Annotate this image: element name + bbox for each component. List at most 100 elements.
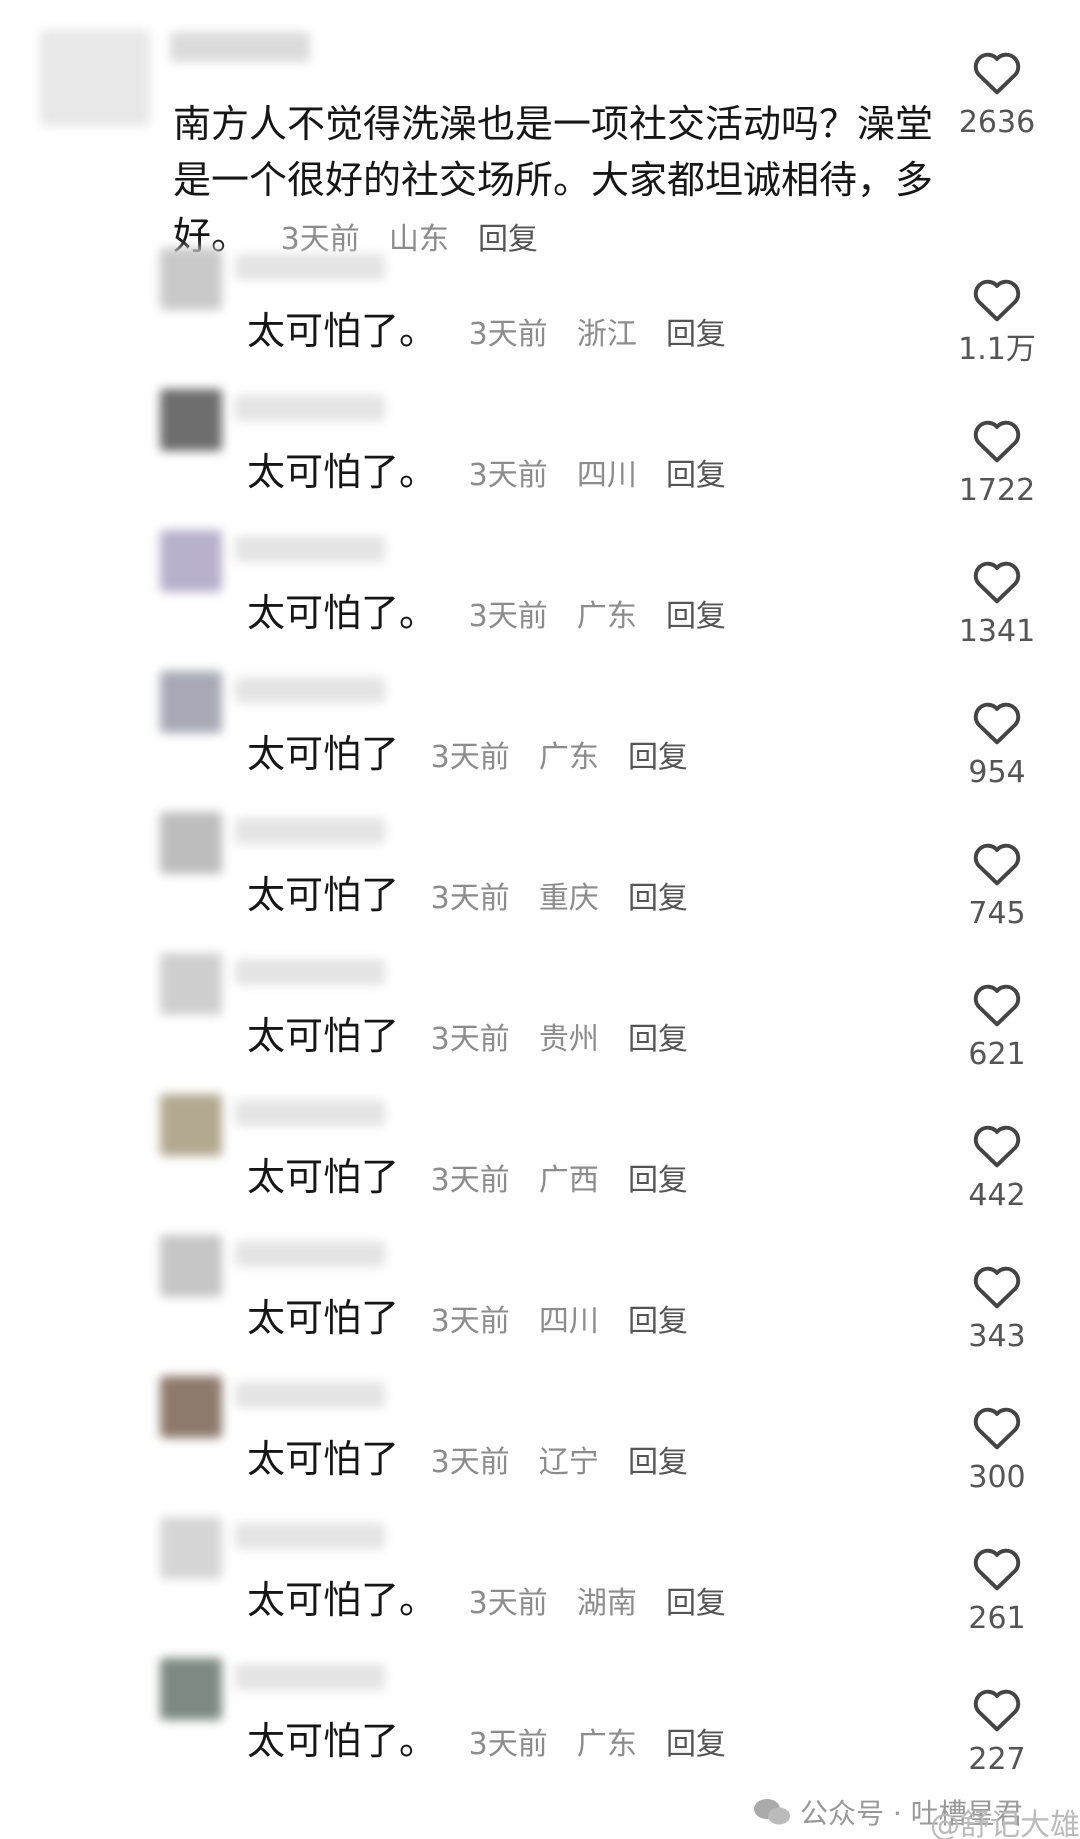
reply-time: 3天前 <box>430 1163 510 1198</box>
avatar[interactable] <box>160 1376 222 1438</box>
like-button[interactable]: 1722 <box>942 416 1052 508</box>
like-count: 954 <box>968 755 1026 790</box>
reply-time: 3天前 <box>468 599 548 634</box>
avatar[interactable] <box>160 812 222 874</box>
username[interactable] <box>235 395 385 421</box>
reply-comment: 太可怕了 3天前 重庆 回复 745 <box>0 804 1080 945</box>
reply-time: 3天前 <box>430 881 510 916</box>
reply-location: 辽宁 <box>538 1445 599 1480</box>
reply-text: 太可怕了。 <box>247 450 438 494</box>
like-button[interactable]: 300 <box>942 1403 1052 1495</box>
reply-text: 太可怕了 <box>247 732 400 776</box>
reply-location: 广西 <box>538 1163 599 1198</box>
username[interactable] <box>235 818 385 844</box>
avatar[interactable] <box>160 953 222 1015</box>
like-button[interactable]: 227 <box>942 1685 1052 1777</box>
reply-button[interactable]: 回复 <box>666 1727 726 1762</box>
heart-outline-icon <box>973 52 1021 95</box>
reply-text: 太可怕了。 <box>247 309 438 353</box>
reply-location: 四川 <box>538 1304 599 1339</box>
heart-outline-icon <box>973 279 1021 322</box>
username[interactable] <box>235 1664 385 1690</box>
heart-outline-icon <box>973 1548 1021 1591</box>
wechat-icon <box>754 1799 790 1825</box>
avatar[interactable] <box>160 248 222 310</box>
avatar[interactable] <box>160 671 222 733</box>
reply-text-line: 太可怕了。 3天前 四川 回复 <box>247 448 726 500</box>
reply-comment: 太可怕了。 3天前 广东 回复 1341 <box>0 522 1080 663</box>
username[interactable] <box>235 677 385 703</box>
like-button[interactable]: 442 <box>942 1121 1052 1213</box>
avatar[interactable] <box>160 1658 222 1720</box>
reply-button[interactable]: 回复 <box>666 599 726 634</box>
reply-time: 3天前 <box>430 740 510 775</box>
reply-text: 太可怕了 <box>247 873 400 917</box>
reply-text-line: 太可怕了 3天前 贵州 回复 <box>247 1012 688 1064</box>
reply-text: 太可怕了 <box>247 1155 400 1199</box>
reply-location: 重庆 <box>538 881 599 916</box>
avatar[interactable] <box>40 30 150 126</box>
reply-text: 太可怕了。 <box>247 1719 438 1763</box>
like-count: 300 <box>968 1460 1026 1495</box>
username[interactable] <box>235 1382 385 1408</box>
username[interactable] <box>235 1100 385 1126</box>
reply-button[interactable]: 回复 <box>628 1022 688 1057</box>
reply-comment: 太可怕了 3天前 广东 回复 954 <box>0 663 1080 804</box>
reply-text: 太可怕了 <box>247 1296 400 1340</box>
like-count: 2636 <box>958 105 1036 140</box>
like-button[interactable]: 1.1万 <box>942 275 1052 367</box>
heart-outline-icon <box>973 1689 1021 1732</box>
like-button[interactable]: 621 <box>942 980 1052 1072</box>
like-count: 1341 <box>958 614 1036 649</box>
heart-outline-icon <box>973 984 1021 1027</box>
reply-time: 3天前 <box>430 1445 510 1480</box>
username[interactable] <box>235 1523 385 1549</box>
avatar[interactable] <box>160 1517 222 1579</box>
like-count: 442 <box>968 1178 1026 1213</box>
username[interactable] <box>235 959 385 985</box>
reply-button[interactable]: 回复 <box>628 740 688 775</box>
heart-outline-icon <box>973 702 1021 745</box>
reply-text: 太可怕了。 <box>247 1578 438 1622</box>
reply-comment: 太可怕了。 3天前 浙江 回复 1.1万 <box>0 240 1080 381</box>
reply-location: 贵州 <box>538 1022 599 1057</box>
heart-outline-icon <box>973 1266 1021 1309</box>
reply-text-line: 太可怕了。 3天前 广东 回复 <box>247 589 726 641</box>
like-button[interactable]: 745 <box>942 839 1052 931</box>
like-button[interactable]: 1341 <box>942 557 1052 649</box>
username[interactable] <box>235 1241 385 1267</box>
reply-location: 广东 <box>576 1727 637 1762</box>
reply-button[interactable]: 回复 <box>628 1304 688 1339</box>
username[interactable] <box>235 536 385 562</box>
reply-button[interactable]: 回复 <box>666 317 726 352</box>
avatar[interactable] <box>160 1094 222 1156</box>
reply-comment: 太可怕了 3天前 辽宁 回复 300 <box>0 1368 1080 1509</box>
avatar[interactable] <box>160 389 222 451</box>
reply-text-line: 太可怕了。 3天前 广东 回复 <box>247 1717 726 1769</box>
like-button[interactable]: 954 <box>942 698 1052 790</box>
like-count: 343 <box>968 1319 1026 1354</box>
like-button[interactable]: 261 <box>942 1544 1052 1636</box>
reply-button[interactable]: 回复 <box>628 881 688 916</box>
reply-text: 太可怕了 <box>247 1014 400 1058</box>
reply-button[interactable]: 回复 <box>666 1586 726 1621</box>
reply-time: 3天前 <box>430 1304 510 1339</box>
reply-button[interactable]: 回复 <box>666 458 726 493</box>
avatar[interactable] <box>160 530 222 592</box>
reply-location: 浙江 <box>576 317 637 352</box>
reply-text-line: 太可怕了 3天前 广西 回复 <box>247 1153 688 1205</box>
like-button[interactable]: 2636 <box>942 48 1052 140</box>
watermark-overlay: @舒记大雄 <box>930 1808 1080 1839</box>
username[interactable] <box>170 32 310 62</box>
username[interactable] <box>235 254 385 280</box>
heart-outline-icon <box>973 1407 1021 1450</box>
reply-text-line: 太可怕了 3天前 重庆 回复 <box>247 871 688 923</box>
reply-time: 3天前 <box>468 458 548 493</box>
reply-text: 太可怕了 <box>247 1437 400 1481</box>
reply-button[interactable]: 回复 <box>628 1445 688 1480</box>
like-button[interactable]: 343 <box>942 1262 1052 1354</box>
heart-outline-icon <box>973 1125 1021 1168</box>
reply-text: 太可怕了。 <box>247 591 438 635</box>
avatar[interactable] <box>160 1235 222 1297</box>
reply-button[interactable]: 回复 <box>628 1163 688 1198</box>
